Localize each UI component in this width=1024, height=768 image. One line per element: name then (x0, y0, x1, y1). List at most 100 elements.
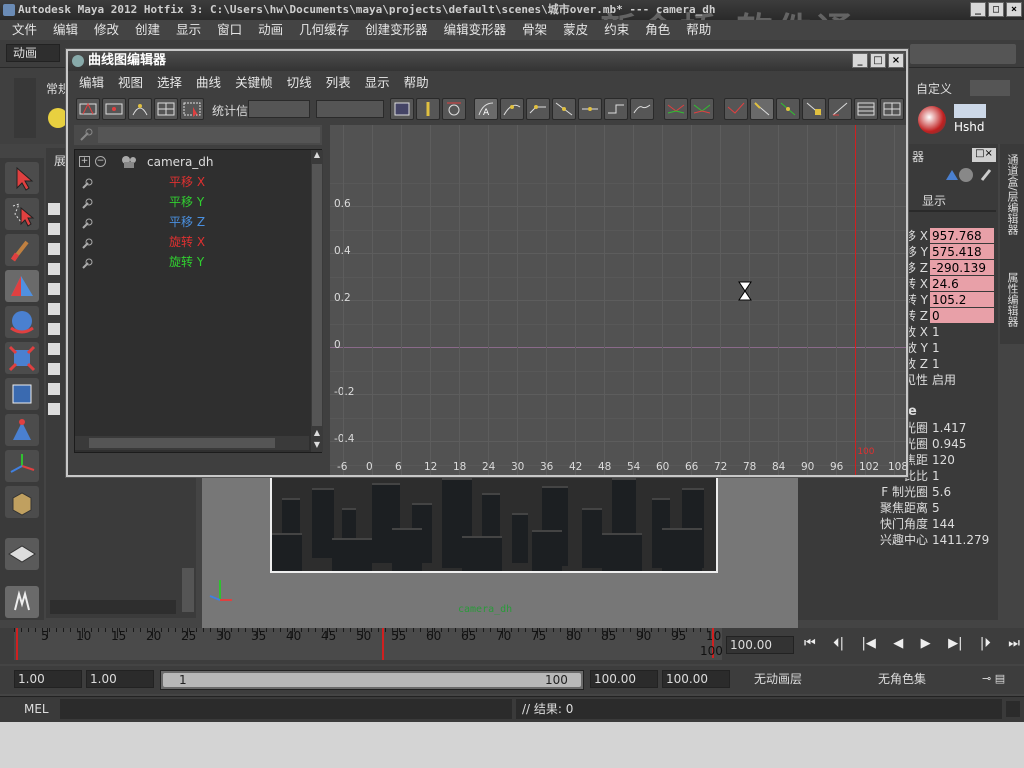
channel-attr-row[interactable]: 转 Z0 (896, 308, 996, 324)
light-icon[interactable] (48, 108, 68, 128)
shape-attr-value[interactable]: 1 (930, 468, 994, 483)
scale-tool-icon[interactable] (5, 342, 39, 374)
outliner-hscroll[interactable] (50, 600, 176, 614)
ge-menu-item[interactable]: 视图 (111, 73, 150, 93)
main-menu-item[interactable]: 显示 (168, 20, 209, 40)
ge-menu-item[interactable]: 选择 (150, 73, 189, 93)
main-menu-item[interactable]: 几何缓存 (291, 20, 357, 40)
channel-attr-row[interactable]: 移 Y 575.418 (896, 244, 996, 260)
outliner-filter-field[interactable] (98, 127, 320, 143)
shape-attr-value[interactable]: 1411.279 (930, 532, 994, 547)
main-menu-item[interactable]: 动画 (250, 20, 291, 40)
shape-attr-value[interactable]: 1.417 (930, 420, 994, 435)
range-slider[interactable]: 1 100 (160, 670, 584, 690)
graph-view[interactable]: 0.60.40.20-0.2-0.4-0.6-60612182430364248… (330, 125, 906, 475)
command-input[interactable] (60, 699, 512, 719)
outliner-channel-row[interactable]: 平移 Y (75, 192, 307, 212)
add-key-icon[interactable] (128, 98, 152, 120)
render-icon[interactable] (918, 106, 946, 134)
move-tool-icon[interactable] (5, 270, 39, 302)
ge-menu-item[interactable]: 编辑 (72, 73, 111, 93)
outliner-channel-row[interactable]: 旋转 Y (75, 252, 307, 272)
shape-attr-row[interactable]: 快门角度 144 (880, 516, 996, 532)
channel-attr-value[interactable]: 1 (930, 340, 994, 355)
shelf-side-buttons[interactable] (14, 78, 36, 138)
playback-start-field[interactable]: 1.00 (86, 670, 154, 688)
auto-tangent-icon[interactable]: A (474, 98, 498, 120)
side-tab-attribute-editor[interactable]: 属性编辑器 (1004, 272, 1020, 327)
break-tangent-icon[interactable] (664, 98, 688, 120)
step-forward-icon[interactable]: |⏵ (980, 636, 991, 656)
go-to-end-icon[interactable]: ⏭ (1008, 636, 1020, 656)
channel-attr-value[interactable]: 575.418 (930, 244, 994, 259)
main-menu-item[interactable]: 约束 (596, 20, 637, 40)
main-menu-item[interactable]: 修改 (86, 20, 127, 40)
swap-buffer-icon[interactable] (802, 98, 826, 120)
lattice-deform-icon[interactable] (154, 98, 178, 120)
main-menu-item[interactable]: 创建变形器 (357, 20, 436, 40)
main-menu-item[interactable]: 帮助 (678, 20, 719, 40)
shape-attr-row[interactable]: 焦距 120 (896, 452, 996, 468)
step-tangent-icon[interactable] (604, 98, 628, 120)
channel-attr-row[interactable]: 移 Z -290.139 (896, 260, 996, 276)
channel-box-icons[interactable] (938, 166, 994, 184)
channel-attr-row[interactable]: 放 Y1 (896, 340, 996, 356)
outliner-channel-row[interactable]: 旋转 X (75, 232, 307, 252)
channel-attr-row[interactable]: 放 Z1 (896, 356, 996, 372)
trax-editor-icon[interactable] (880, 98, 904, 120)
buffer-curve-icon[interactable] (776, 98, 800, 120)
outliner-camera-row[interactable]: + − camera_dh (75, 152, 307, 172)
shape-attr-value[interactable]: 0.945 (930, 436, 994, 451)
unify-tangent-icon[interactable] (690, 98, 714, 120)
start-time-field[interactable]: 1.00 (14, 670, 82, 688)
shape-attr-row[interactable]: 光圈 1.417 (896, 420, 996, 436)
shape-attr-row[interactable]: 比比 1 (896, 468, 996, 484)
dope-sheet-icon[interactable] (854, 98, 878, 120)
key-prefs-icon[interactable]: ⊸ ▤ (982, 672, 1018, 686)
spline-tangent-icon[interactable] (500, 98, 524, 120)
frame-all-icon[interactable] (390, 98, 414, 120)
character-set-dropdown[interactable]: 无角色集 (860, 670, 978, 688)
outliner-channel-row[interactable]: 平移 X (75, 172, 307, 192)
soft-mod-icon[interactable] (5, 414, 39, 446)
channel-attr-value[interactable]: 启用 (930, 372, 994, 387)
channel-attr-row[interactable]: 转 Y 105.2 (896, 292, 996, 308)
channel-attr-row[interactable]: 转 X 24.6 (896, 276, 996, 292)
frame-playback-icon[interactable] (442, 98, 466, 120)
maya-logo-tool-icon[interactable] (5, 586, 39, 618)
region-select-icon[interactable] (180, 98, 204, 120)
channel-box-display-menu[interactable]: 显示 (922, 192, 946, 209)
shape-attr-value[interactable]: 144 (930, 516, 994, 531)
expand-icon[interactable]: + (79, 156, 90, 167)
channel-attr-row[interactable]: 放 X1 (896, 324, 996, 340)
main-menu-item[interactable]: 角色 (637, 20, 678, 40)
next-key-icon[interactable]: ▶| (948, 636, 962, 656)
layout-icon[interactable] (5, 538, 39, 570)
shelf-custom-label[interactable]: 自定义 (916, 80, 952, 97)
rotate-tool-icon[interactable] (5, 306, 39, 338)
insert-key-icon[interactable] (102, 98, 126, 120)
plateau-tangent-icon[interactable] (630, 98, 654, 120)
side-tab-channel-box[interactable]: 通道盒/层编辑器 (1004, 154, 1020, 235)
main-menu-item[interactable]: 编辑 (45, 20, 86, 40)
channel-attr-row[interactable]: 移 X 957.768 (896, 228, 996, 244)
pre-infinity-icon[interactable] (828, 98, 852, 120)
time-ruler[interactable]: 510152025303540455055606570758085909510 (14, 628, 722, 660)
play-backward-icon[interactable]: ◀ (893, 636, 903, 656)
stats-field-1[interactable] (248, 100, 310, 118)
lock-tangent-weight-icon[interactable] (750, 98, 774, 120)
main-menu-item[interactable]: 文件 (4, 20, 45, 40)
outliner-expand-column[interactable] (48, 196, 60, 416)
ge-menu-item[interactable]: 切线 (280, 73, 319, 93)
playback-end-field[interactable]: 100.00 (590, 670, 658, 688)
channel-attr-value[interactable]: 957.768 (930, 228, 994, 243)
ge-menu-item[interactable]: 帮助 (397, 73, 436, 93)
prev-key-icon[interactable]: |◀ (861, 636, 875, 656)
channel-attr-row[interactable]: 见性 启用 (896, 372, 996, 388)
channel-box-close[interactable]: □× (972, 148, 996, 162)
go-to-start-icon[interactable]: ⏮ (804, 636, 816, 656)
free-tangent-weight-icon[interactable] (724, 98, 748, 120)
lasso-tool-icon[interactable] (5, 198, 39, 230)
maximize-button[interactable]: □ (988, 2, 1004, 17)
outliner-scrollbar[interactable] (182, 568, 194, 612)
